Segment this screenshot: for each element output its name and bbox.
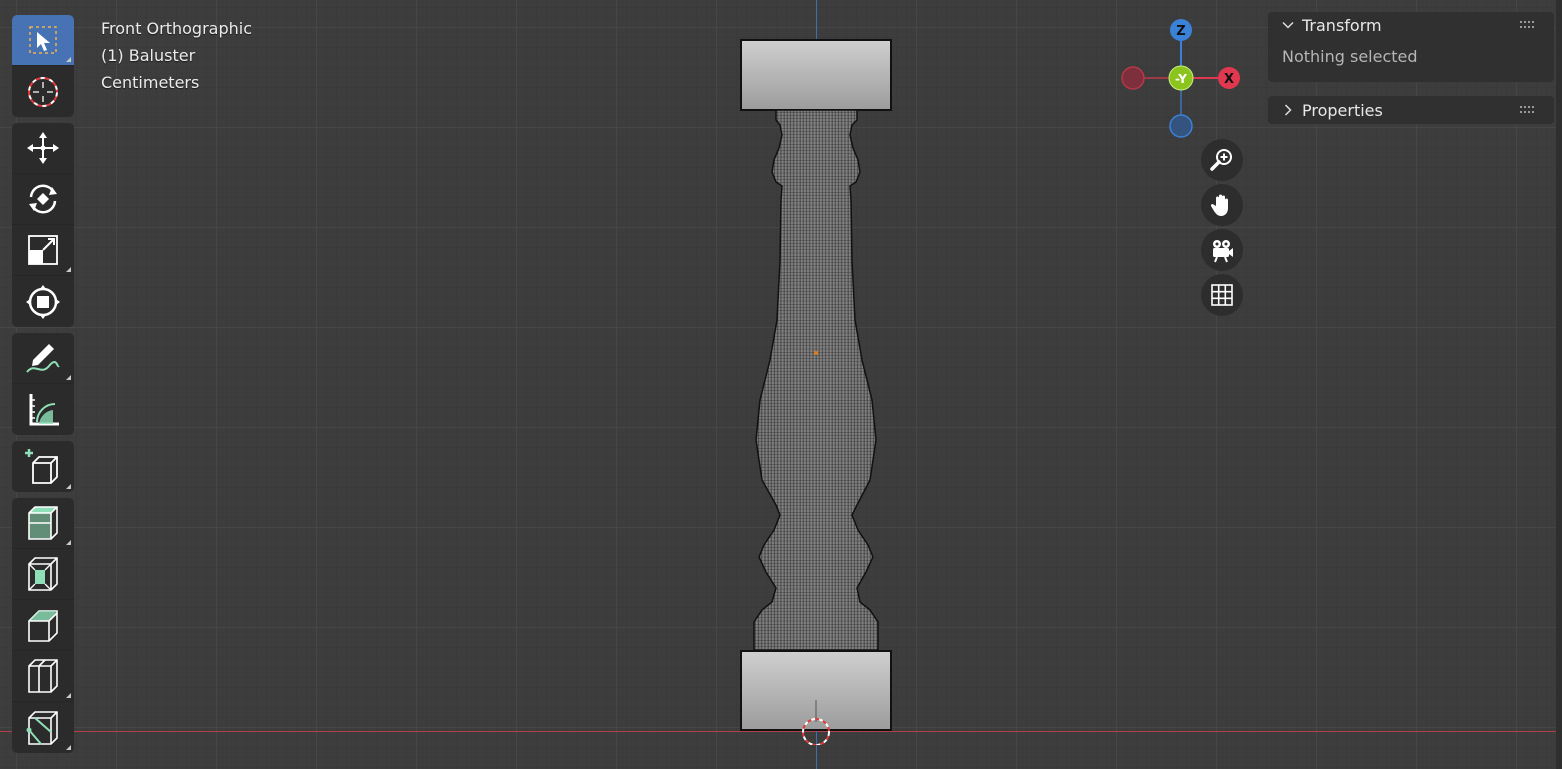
add-cube-tool[interactable] [12,441,74,492]
viewport-info-overlay: Front Orthographic (1) Baluster Centimet… [101,15,252,96]
loop-cut-icon [28,659,58,693]
extrude-region-tool[interactable] [12,498,74,549]
transform-icon [26,284,60,319]
baluster-top-block [740,39,892,111]
object-origin-dot [814,351,818,355]
chevron-right-icon [1284,104,1292,116]
loop-cut-tool[interactable] [12,651,74,702]
select-box-tool[interactable] [12,15,74,66]
transform-tool[interactable] [12,276,74,327]
view-name: Front Orthographic [101,19,253,38]
zoom-icon [1210,149,1232,171]
toggle-ortho-button[interactable] [1201,274,1243,316]
properties-panel-title: Properties [1302,100,1383,120]
properties-panel: Properties [1268,96,1554,124]
bevel-icon [28,610,58,642]
pan-button[interactable] [1201,184,1243,226]
measure-tool[interactable] [12,384,74,435]
rotate-tool[interactable] [12,174,74,225]
move-icon [27,132,59,164]
scale-icon [28,235,58,265]
measure-icon [29,393,59,425]
units-label: Centimeters [101,73,200,92]
transform-panel-title: Transform [1302,15,1382,35]
chevron-down-icon [1282,21,1294,29]
annotate-tool[interactable] [12,333,74,384]
baluster-model[interactable] [730,30,905,745]
transform-panel-header[interactable]: Transform [1268,12,1554,38]
transform-panel: Transform Nothing selected [1268,12,1554,82]
neg-z-axis-ball [1169,114,1193,138]
baluster-turned-body [754,110,878,650]
rotate-icon [29,184,57,214]
grid-icon [1211,284,1233,306]
inset-icon [28,557,58,591]
transform-panel-body: Nothing selected [1282,46,1418,66]
sidebar-edge[interactable] [1556,0,1562,769]
move-tool[interactable] [12,123,74,174]
inset-faces-tool[interactable] [12,549,74,600]
annotate-icon [26,344,60,373]
knife-tool[interactable] [12,702,74,753]
zoom-button[interactable] [1201,139,1243,181]
properties-panel-header[interactable]: Properties [1268,96,1554,124]
x-axis-label: X [1224,72,1234,87]
camera-icon [1213,240,1233,263]
camera-view-button[interactable] [1201,229,1243,271]
select-box-icon [29,26,57,54]
cursor-icon [28,76,58,107]
drag-handle-icon[interactable] [1520,21,1534,29]
extrude-icon [28,506,58,540]
z-axis-label: Z [1176,24,1185,39]
3d-viewport[interactable]: Front Orthographic (1) Baluster Centimet… [0,0,1562,769]
navigation-gizmo[interactable]: Z X -Y [1118,14,1248,144]
knife-icon [26,710,58,745]
neg-y-axis-label: -Y [1175,72,1187,86]
neg-x-axis-ball [1121,66,1145,90]
hand-pan-icon [1210,194,1228,216]
cursor-tool[interactable] [12,66,74,117]
drag-handle-icon[interactable] [1520,106,1534,114]
add-cube-icon [25,448,58,484]
tool-shelf [12,15,74,759]
bevel-tool[interactable] [12,600,74,651]
scale-tool[interactable] [12,225,74,276]
object-label: (1) Baluster [101,46,196,65]
